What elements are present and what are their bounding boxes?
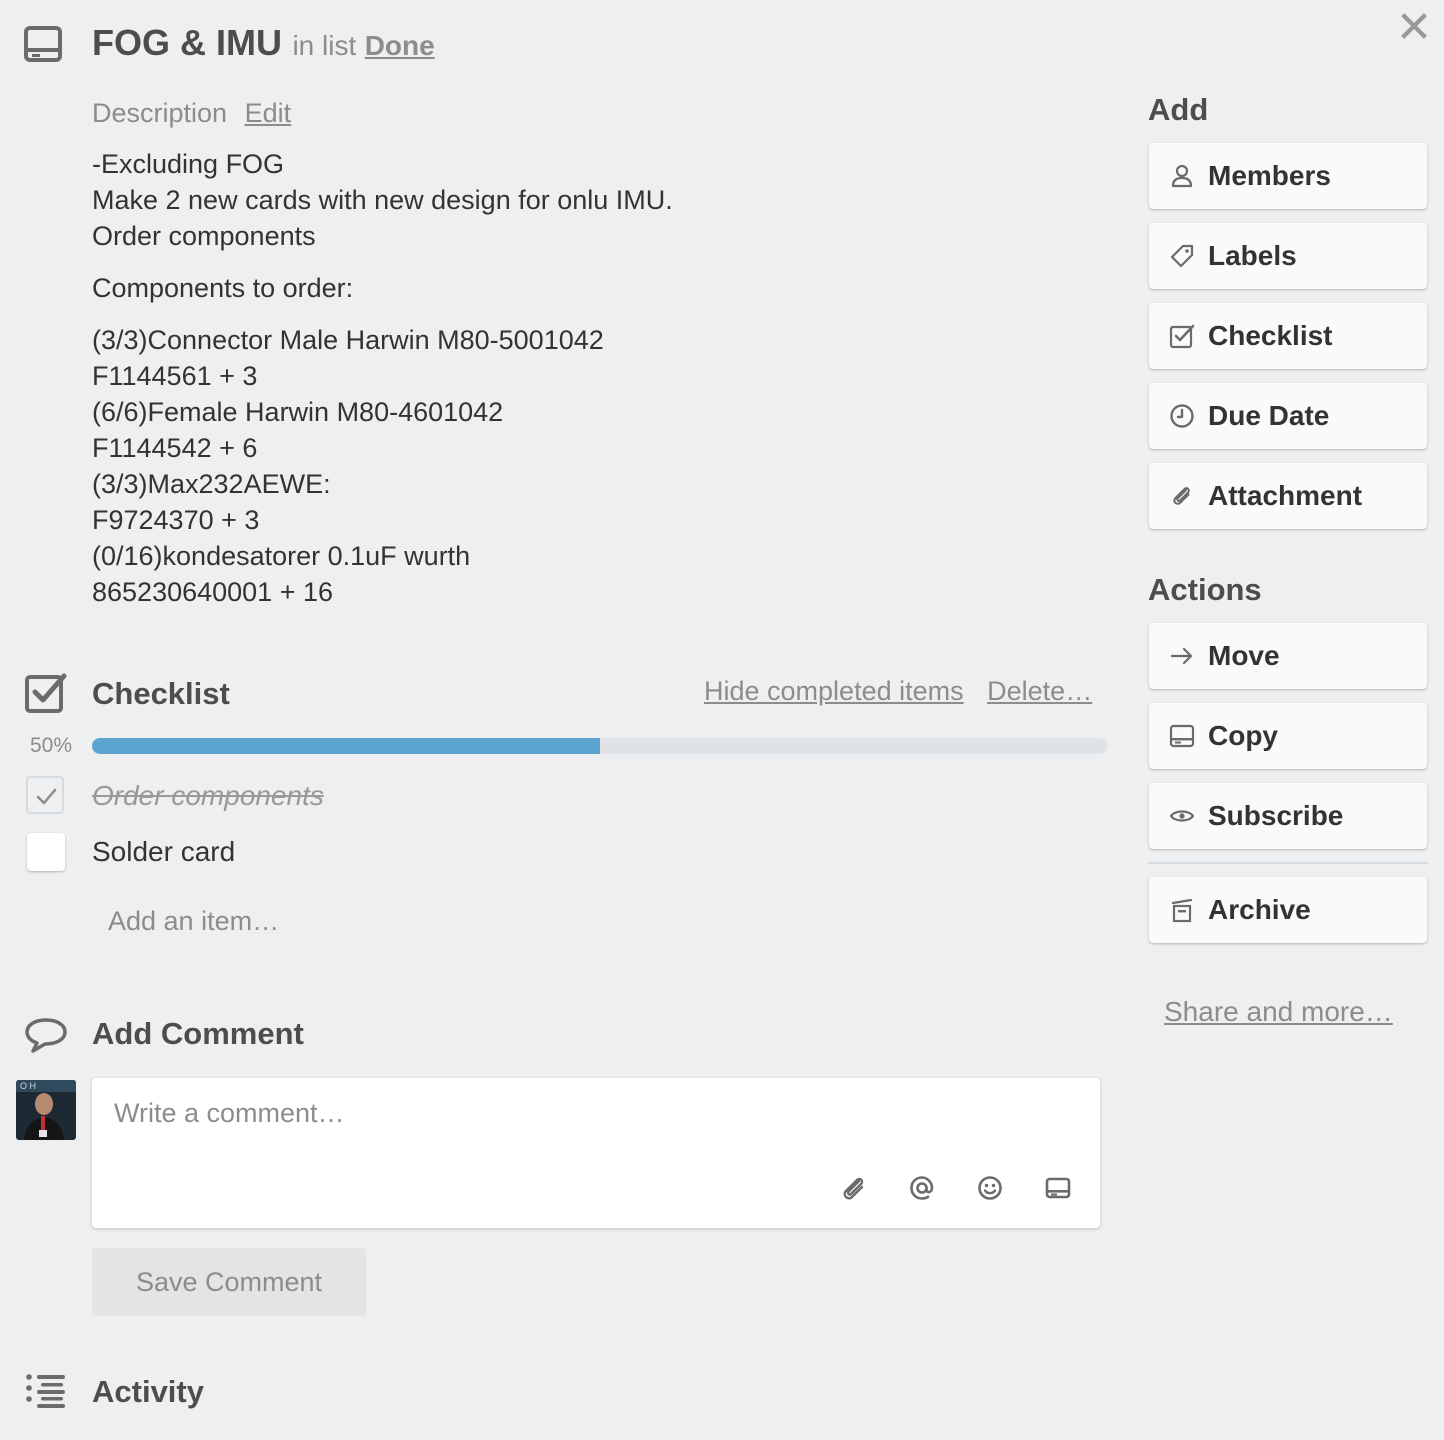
in-list-text: in list: [292, 30, 357, 61]
move-button[interactable]: Move: [1149, 623, 1427, 689]
attachment-button[interactable]: Attachment: [1149, 463, 1427, 529]
person-icon: [1171, 164, 1193, 188]
archive-icon: [1171, 898, 1193, 923]
description-line: (3/3)Connector Male Harwin M80-5001042: [92, 325, 604, 355]
description-header: Description Edit: [92, 98, 291, 129]
description-line: (0/16)kondesatorer 0.1uF wurth: [92, 541, 471, 571]
list-link[interactable]: Done: [365, 30, 435, 61]
description-line: F1144561 + 3: [92, 361, 258, 391]
description-heading: Description: [92, 98, 228, 128]
copy-button[interactable]: Copy: [1149, 703, 1427, 769]
button-label: Archive: [1208, 894, 1311, 925]
progress-bar: [92, 738, 1108, 754]
due-date-button[interactable]: Due Date: [1149, 383, 1427, 449]
item-checkbox-checked[interactable]: [26, 776, 64, 814]
add-item-link[interactable]: Add an item…: [108, 906, 279, 937]
add-heading: Add: [1148, 92, 1209, 127]
checklist-icon: [25, 673, 67, 713]
checklist-item-text[interactable]: Solder card: [92, 836, 235, 868]
labels-button[interactable]: Labels: [1149, 223, 1427, 289]
description-line: -Excluding FOG: [92, 149, 285, 179]
button-label: Attachment: [1208, 480, 1363, 511]
attachment-icon[interactable]: [838, 1172, 870, 1204]
progress-percent: 50%: [30, 734, 73, 757]
subscribe-button[interactable]: Subscribe: [1149, 783, 1427, 849]
clock-icon: [1170, 404, 1194, 428]
comment-icon: [25, 1018, 67, 1053]
description-line: F1144542 + 6: [92, 433, 258, 463]
archive-button[interactable]: Archive: [1149, 877, 1427, 943]
comment-input[interactable]: [92, 1078, 1100, 1178]
checklist-item-text[interactable]: Order components: [92, 780, 324, 812]
card-title[interactable]: FOG & IMU: [92, 22, 282, 63]
card-icon[interactable]: [1042, 1172, 1074, 1204]
description-line: Components to order:: [92, 273, 354, 303]
checklist-icon: [1169, 324, 1195, 349]
label-icon: [1170, 244, 1194, 268]
hide-completed-link[interactable]: Hide completed items: [704, 676, 964, 706]
delete-checklist-link[interactable]: Delete…: [987, 676, 1092, 706]
checklist-title[interactable]: Checklist: [92, 676, 230, 712]
mention-icon[interactable]: [906, 1172, 938, 1204]
button-label: Checklist: [1208, 320, 1333, 351]
sidebar-divider: [1148, 862, 1428, 864]
emoji-icon[interactable]: [974, 1172, 1006, 1204]
members-button[interactable]: Members: [1149, 143, 1427, 209]
progress-bar-fill: [92, 738, 600, 754]
button-label: Copy: [1208, 720, 1278, 751]
checklist-button[interactable]: Checklist: [1149, 303, 1427, 369]
checklist-links: Hide completed items Delete…: [704, 676, 1092, 707]
item-checkbox[interactable]: [27, 833, 65, 871]
description-line: F9724370 + 3: [92, 505, 260, 535]
arrow-right-icon: [1170, 647, 1193, 665]
card-header: FOG & IMU in list Done: [92, 22, 435, 64]
description-line: 865230640001 + 16: [92, 577, 333, 607]
activity-title: Activity: [92, 1374, 204, 1409]
actions-heading: Actions: [1148, 572, 1262, 607]
edit-description-link[interactable]: Edit: [245, 98, 292, 128]
avatar-image: O H: [16, 1080, 76, 1140]
activity-icon: [26, 1374, 65, 1408]
button-label: Subscribe: [1208, 800, 1344, 831]
check-icon: [36, 788, 57, 805]
svg-text:O H: O H: [20, 1081, 36, 1091]
button-label: Due Date: [1208, 400, 1330, 431]
comment-box: [92, 1078, 1100, 1228]
card-icon: [24, 26, 62, 62]
close-icon[interactable]: ✕: [1394, 6, 1434, 50]
attachment-icon: [1173, 487, 1190, 505]
button-label: Members: [1208, 160, 1331, 191]
card-icon: [1169, 724, 1195, 748]
description-line: Make 2 new cards with new design for onl…: [92, 185, 673, 215]
description-text[interactable]: -Excluding FOG Make 2 new cards with new…: [92, 146, 1092, 610]
button-label: Move: [1208, 640, 1280, 671]
description-line: (3/3)Max232AEWE:: [92, 469, 331, 499]
avatar[interactable]: O H: [16, 1080, 76, 1140]
description-line: (6/6)Female Harwin M80-4601042: [92, 397, 504, 427]
description-line: Order components: [92, 221, 316, 251]
eye-icon: [1169, 810, 1195, 822]
share-and-more-link[interactable]: Share and more…: [1164, 996, 1393, 1028]
add-comment-title: Add Comment: [92, 1016, 304, 1051]
button-label: Labels: [1208, 240, 1297, 271]
save-comment-button[interactable]: Save Comment: [92, 1248, 366, 1316]
